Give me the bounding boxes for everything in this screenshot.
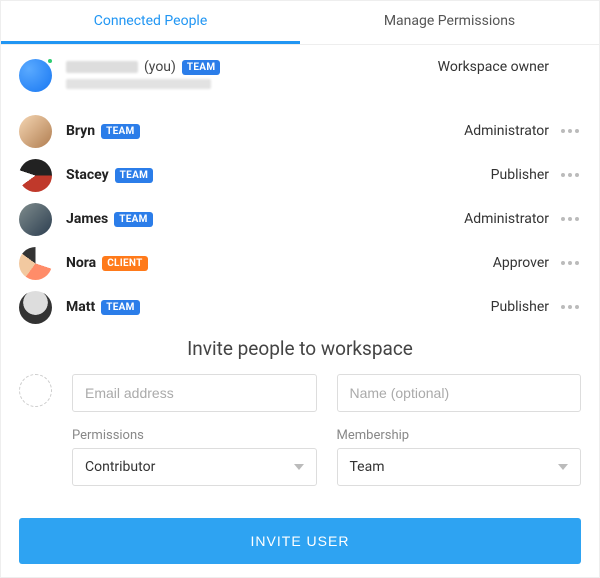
- membership-badge: TEAM: [115, 168, 154, 183]
- person-row: Nora CLIENT Approver: [1, 241, 599, 285]
- tabs: Connected People Manage Permissions: [1, 1, 599, 45]
- avatar: [19, 115, 52, 148]
- person-name: Matt: [66, 299, 95, 315]
- role-label: Administrator: [464, 211, 549, 227]
- membership-value: Team: [350, 459, 385, 475]
- avatar: [19, 159, 52, 192]
- you-suffix: (you): [144, 59, 176, 75]
- invite-title: Invite people to workspace: [19, 337, 581, 360]
- name-field[interactable]: [337, 374, 582, 412]
- online-indicator-icon: [46, 57, 54, 65]
- avatar: [19, 59, 52, 92]
- avatar-placeholder-icon: [19, 374, 52, 407]
- redacted-name: [66, 61, 138, 73]
- more-menu-icon[interactable]: [559, 217, 581, 221]
- role-label: Workspace owner: [438, 59, 549, 75]
- person-row: Stacey TEAM Publisher: [1, 153, 599, 197]
- tab-connected-people[interactable]: Connected People: [1, 1, 300, 44]
- people-list: (you) TEAM Workspace owner Bryn TEAM Adm…: [1, 45, 599, 331]
- role-label: Publisher: [491, 299, 549, 315]
- membership-badge: TEAM: [101, 300, 140, 315]
- membership-select[interactable]: Team: [337, 448, 582, 486]
- role-label: Approver: [493, 255, 549, 271]
- more-menu-icon[interactable]: [559, 173, 581, 177]
- membership-badge: CLIENT: [102, 256, 147, 271]
- person-row: James TEAM Administrator: [1, 197, 599, 241]
- chevron-down-icon: [558, 464, 568, 470]
- more-menu-icon[interactable]: [559, 305, 581, 309]
- permissions-value: Contributor: [85, 459, 155, 475]
- role-label: Administrator: [464, 123, 549, 139]
- invite-section: Invite people to workspace Permissions C…: [1, 331, 599, 518]
- avatar: [19, 291, 52, 324]
- invite-user-button[interactable]: INVITE USER: [19, 518, 581, 564]
- membership-label: Membership: [337, 428, 582, 443]
- person-name: Nora: [66, 255, 96, 271]
- email-field[interactable]: [72, 374, 317, 412]
- person-row-you: (you) TEAM Workspace owner: [1, 53, 599, 109]
- person-row: Bryn TEAM Administrator: [1, 109, 599, 153]
- redacted-email: [66, 79, 211, 89]
- more-menu-icon[interactable]: [559, 261, 581, 265]
- more-menu-icon[interactable]: [559, 129, 581, 133]
- chevron-down-icon: [294, 464, 304, 470]
- avatar: [19, 247, 52, 280]
- person-row: Matt TEAM Publisher: [1, 285, 599, 329]
- role-label: Publisher: [491, 167, 549, 183]
- membership-badge: TEAM: [114, 212, 153, 227]
- avatar: [19, 203, 52, 236]
- person-name: Bryn: [66, 123, 95, 139]
- name-block: (you) TEAM: [66, 59, 220, 89]
- person-name: Stacey: [66, 167, 109, 183]
- membership-badge: TEAM: [182, 60, 221, 75]
- permissions-label: Permissions: [72, 428, 317, 443]
- permissions-select[interactable]: Contributor: [72, 448, 317, 486]
- membership-badge: TEAM: [101, 124, 140, 139]
- tab-manage-permissions[interactable]: Manage Permissions: [300, 1, 599, 44]
- person-name: James: [66, 211, 108, 227]
